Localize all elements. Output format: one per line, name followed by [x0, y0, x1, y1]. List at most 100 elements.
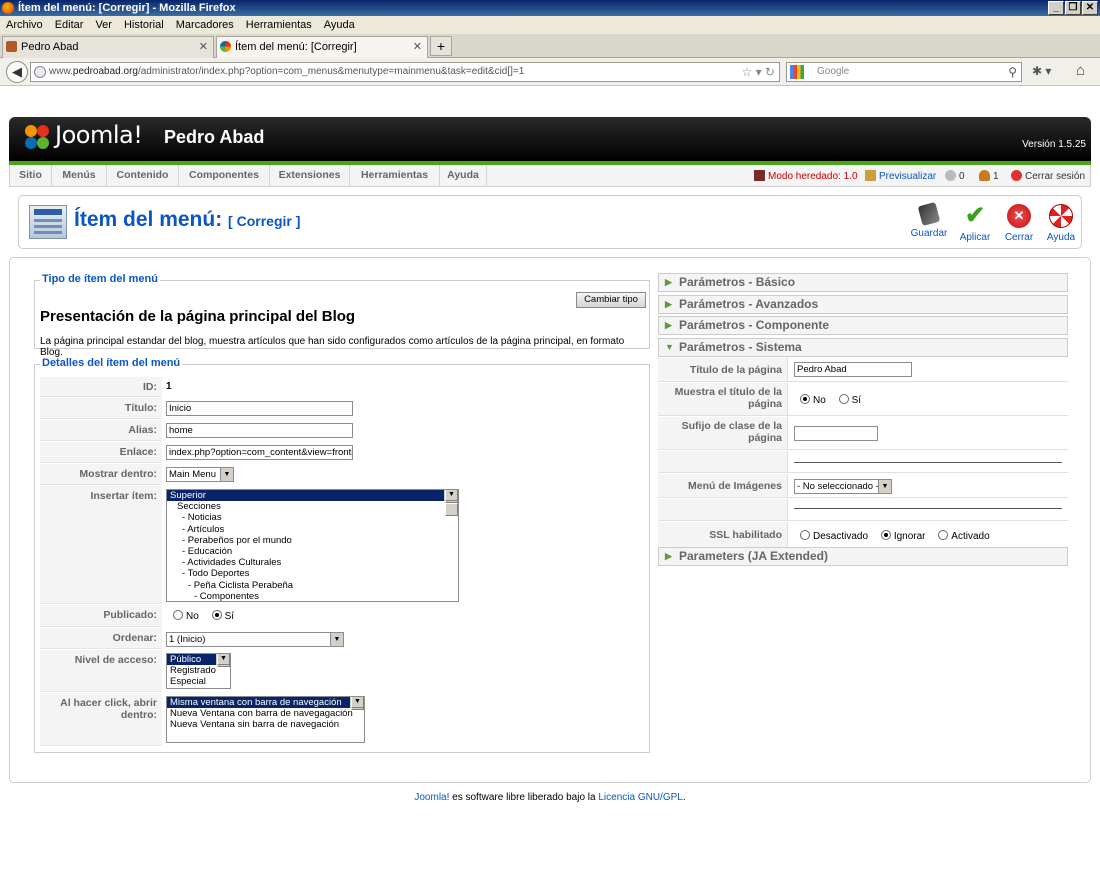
id-row: ID: 1	[40, 377, 645, 397]
search-placeholder: Google	[817, 66, 850, 77]
title-input[interactable]: Inicio	[166, 401, 353, 416]
menu-contenido[interactable]: Contenido	[107, 165, 179, 187]
list-item[interactable]: Nueva Ventana sin barra de navegación	[167, 719, 364, 730]
menu-herramientas[interactable]: Herramientas	[246, 16, 312, 34]
menu-marcadores[interactable]: Marcadores	[176, 16, 234, 34]
change-type-button[interactable]: Cambiar tipo	[576, 292, 646, 308]
legacy-mode-status[interactable]: Modo heredado: 1.0	[754, 170, 858, 182]
list-item[interactable]: - Perabeños por el mundo	[167, 535, 458, 546]
search-bar[interactable]: Google ⚲	[786, 62, 1022, 82]
ssl-on-radio[interactable]	[938, 530, 949, 540]
home-icon[interactable]: ⌂	[1076, 62, 1085, 79]
insert-item-listbox[interactable]: Superior Secciones - Noticias - Artículo…	[166, 489, 459, 602]
ssl-off-radio[interactable]	[800, 530, 810, 540]
insert-list-scrollbar[interactable]: ▲▼	[444, 490, 458, 516]
details-legend: Detalles del ítem del menú	[40, 357, 183, 369]
minimize-button[interactable]: _	[1048, 1, 1064, 15]
menu-sitio[interactable]: Sitio	[10, 165, 52, 187]
tab-pedro-abad[interactable]: Pedro Abad ✕	[2, 36, 214, 58]
new-tab-button[interactable]: +	[430, 36, 452, 56]
search-icon[interactable]: ⚲	[1008, 63, 1017, 81]
tab-menu-item-edit[interactable]: Ítem del menú: [Corregir] ✕	[216, 36, 428, 58]
logout-link[interactable]: Cerrar sesión	[1011, 170, 1085, 182]
order-select[interactable]: 1 (Inicio) ▼	[166, 632, 344, 647]
close-button[interactable]: ✕ Cerrar	[997, 204, 1041, 243]
page-title-param-label: Título de la página	[658, 358, 788, 381]
menu-historial[interactable]: Historial	[124, 16, 164, 34]
published-radio-group: No Sí	[173, 610, 244, 622]
menu-ayuda[interactable]: Ayuda	[324, 16, 355, 34]
bookmark-star-reload-icons[interactable]: ☆ ▾ ↻	[741, 63, 775, 81]
suffix-param-input[interactable]	[794, 426, 878, 441]
published-yes-radio[interactable]	[211, 610, 222, 620]
scroll-down-icon[interactable]: ▼	[351, 697, 364, 709]
list-item[interactable]: Secciones	[167, 501, 458, 512]
open-in-listbox[interactable]: Misma ventana con barra de navegación Nu…	[166, 696, 365, 743]
scroll-thumb[interactable]	[445, 503, 458, 516]
ssl-ignore-radio[interactable]	[880, 530, 891, 540]
menu-menus[interactable]: Menús	[52, 165, 107, 187]
apply-button[interactable]: ✔ Aplicar	[953, 204, 997, 244]
list-item[interactable]: Nueva Ventana con barra de navegagación	[167, 708, 364, 719]
params-basic-header[interactable]: ▶ Parámetros - Básico	[658, 273, 1068, 292]
window-titlebar: Ítem del menú: [Corregir] - Mozilla Fire…	[0, 0, 1100, 16]
page-title-param-input[interactable]: Pedro Abad	[794, 362, 912, 377]
joomla-link[interactable]: Joomla!	[414, 792, 449, 803]
insert-item-label: Insertar ítem:	[40, 486, 162, 604]
menu-ver[interactable]: Ver	[95, 16, 112, 34]
scroll-down-icon[interactable]: ▼	[445, 490, 458, 502]
menu-editar[interactable]: Editar	[55, 16, 84, 34]
list-item[interactable]: Especial	[167, 676, 230, 687]
menu-extensiones[interactable]: Extensiones	[270, 165, 350, 187]
menu-archivo[interactable]: Archivo	[6, 16, 43, 34]
alias-input[interactable]: home	[166, 423, 353, 438]
scroll-down-icon[interactable]: ▼	[217, 654, 230, 666]
google-icon	[790, 65, 804, 79]
list-item[interactable]: - Componentes	[167, 591, 458, 601]
menu-ayuda[interactable]: Ayuda	[440, 165, 487, 187]
maximize-button[interactable]: ❐	[1065, 1, 1081, 15]
show-title-yes-radio[interactable]	[838, 394, 849, 404]
users-online-count[interactable]: 1	[979, 170, 999, 182]
type-legend: Tipo de ítem del menú	[40, 273, 160, 285]
back-button[interactable]: ◀	[6, 61, 28, 83]
menu-componentes[interactable]: Componentes	[179, 165, 270, 187]
list-item[interactable]: Misma ventana con barra de navegación	[167, 697, 364, 709]
url-bar[interactable]: www.pedroabad.org/administrator/index.ph…	[30, 62, 780, 82]
list-item[interactable]: - Peña Ciclista Perabeña	[167, 580, 458, 591]
ssl-param-row: SSL habilitado Desactivado Ignorar Activ…	[658, 522, 1068, 548]
list-item[interactable]: - Educación	[167, 546, 458, 557]
published-row: Publicado: No Sí	[40, 605, 645, 627]
link-input[interactable]: index.php?option=com_content&view=frontp…	[166, 445, 353, 460]
params-extended-header[interactable]: ▶ Parameters (JA Extended)	[658, 547, 1068, 566]
license-link[interactable]: Licencia GNU/GPL	[598, 792, 682, 803]
show-title-no-radio[interactable]	[800, 394, 810, 404]
access-listbox[interactable]: Público Registrado Especial ▲▼	[166, 653, 231, 689]
save-button[interactable]: Guardar	[907, 202, 951, 239]
expand-arrow-icon: ▶	[665, 551, 672, 561]
preview-link[interactable]: Previsualizar	[865, 170, 936, 182]
show-in-select[interactable]: Main Menu ▼	[166, 467, 234, 482]
help-button[interactable]: Ayuda	[1039, 204, 1083, 243]
list-item[interactable]: - Noticias	[167, 512, 458, 523]
image-menu-param-row: Menú de Imágenes - No seleccionado - ▼	[658, 474, 1068, 498]
params-component-header[interactable]: ▶ Parámetros - Componente	[658, 316, 1068, 335]
menu-herramientas[interactable]: Herramientas	[350, 165, 440, 187]
published-no-radio[interactable]	[173, 610, 183, 620]
list-item[interactable]: - Artículos	[167, 524, 458, 535]
params-advanced-header[interactable]: ▶ Parámetros - Avanzados	[658, 295, 1068, 314]
close-window-button[interactable]: ✕	[1082, 1, 1098, 15]
access-list-scrollbar[interactable]: ▲▼	[216, 654, 230, 667]
list-item[interactable]: - Todo Deportes	[167, 568, 458, 579]
close-tab-icon[interactable]: ✕	[413, 37, 422, 57]
image-menu-select[interactable]: - No seleccionado - ▼	[794, 479, 892, 494]
alias-row: Alias: home	[40, 420, 645, 441]
close-tab-icon[interactable]: ✕	[199, 37, 208, 57]
messages-count[interactable]: 0	[945, 170, 965, 182]
open-list-scrollbar[interactable]: ▲▼	[350, 697, 364, 710]
list-item[interactable]: - Actividades Culturales	[167, 557, 458, 568]
params-system-header[interactable]: ▼ Parámetros - Sistema	[658, 338, 1068, 357]
list-item[interactable]: Superior	[167, 490, 458, 502]
addon-icon[interactable]: ✱ ▾	[1032, 64, 1051, 78]
joomla-favicon-icon	[220, 41, 231, 52]
